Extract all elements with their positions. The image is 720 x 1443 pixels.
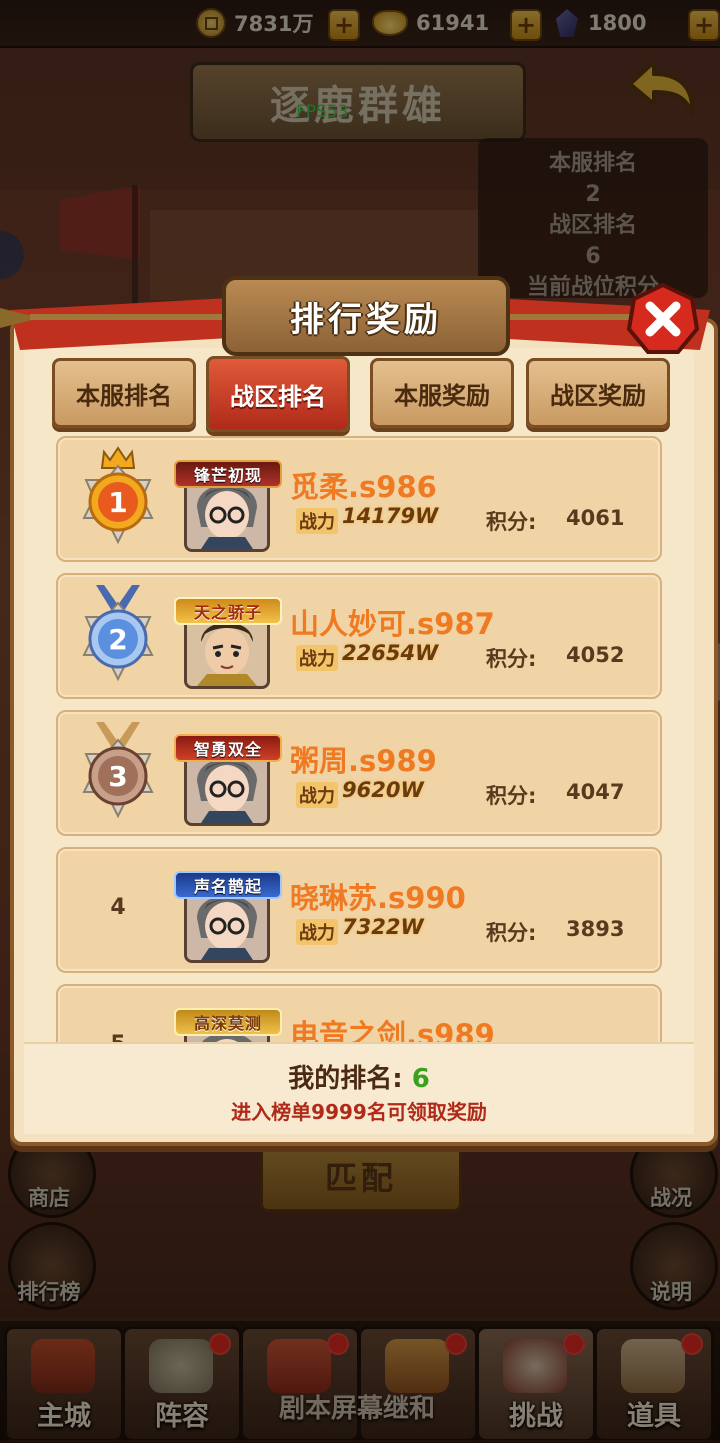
power-label: 战力 <box>296 782 338 808</box>
score-value: 4047 <box>566 780 625 804</box>
score-label: 积分: <box>486 510 537 534</box>
power-value: 9620W <box>342 778 424 802</box>
my-rank-value: 6 <box>411 1064 430 1094</box>
power-value: 14179W <box>342 504 439 528</box>
ranking-row[interactable]: 2 天之骄子 山人妙可.s987 战力 22654W 积分: 4052 <box>56 573 662 699</box>
score-value: 3893 <box>566 917 625 941</box>
close-icon <box>626 282 700 354</box>
silver-medal-icon: 2 <box>82 585 154 682</box>
my-rank-label: 我的排名: <box>288 1064 403 1094</box>
player-name: 晓琳苏.s990 <box>290 881 466 915</box>
title-badge: 智勇双全 <box>174 734 282 762</box>
ranking-row[interactable]: 1 锋芒初现 觅柔.s986 战力 14179W 积分: 4061 <box>56 436 662 562</box>
ranking-list[interactable]: 1 锋芒初现 觅柔.s986 战力 14179W 积分: 4061 2 天之骄子… <box>56 436 664 1042</box>
score-label: 积分: <box>486 784 537 808</box>
title-badge: 天之骄子 <box>174 597 282 625</box>
title-badge: 声名鹊起 <box>174 871 282 899</box>
score-label: 积分: <box>486 921 537 945</box>
svg-text:3: 3 <box>108 760 127 793</box>
ranking-row[interactable]: 3 智勇双全 粥周.s989 战力 9620W 积分: 4047 <box>56 710 662 836</box>
player-name: 山人妙可.s987 <box>290 607 495 641</box>
svg-text:1: 1 <box>108 486 127 519</box>
tab-zone-reward[interactable]: 战区奖励 <box>526 358 670 428</box>
title-badge: 高深莫测 <box>174 1008 282 1036</box>
ranking-row[interactable]: 5 高深莫测 电音之剑.s989 <box>56 984 662 1042</box>
svg-text:2: 2 <box>108 623 127 656</box>
power-value: 22654W <box>342 641 439 665</box>
power-label: 战力 <box>296 645 338 671</box>
power-label: 战力 <box>296 508 338 534</box>
power-label: 战力 <box>296 919 338 945</box>
bronze-medal-icon: 3 <box>82 722 154 819</box>
score-label: 积分: <box>486 647 537 671</box>
ranking-row[interactable]: 4 声名鹊起 晓琳苏.s990 战力 7322W 积分: 3893 <box>56 847 662 973</box>
gold-medal-icon: 1 <box>82 446 154 545</box>
reward-tip: 进入榜单9999名可领取奖励 <box>231 1100 487 1124</box>
power-value: 7322W <box>342 915 424 939</box>
score-value: 4061 <box>566 506 625 530</box>
tab-server-rank[interactable]: 本服排名 <box>52 358 196 428</box>
rank-number: 4 <box>110 895 126 920</box>
score-value: 4052 <box>566 643 625 667</box>
player-name: 觅柔.s986 <box>290 470 437 504</box>
rank-number: 5 <box>98 1032 138 1042</box>
my-rank: 我的排名: 6 <box>24 1058 694 1095</box>
close-button[interactable] <box>626 282 700 356</box>
tab-server-reward[interactable]: 本服奖励 <box>370 358 514 428</box>
my-rank-footer: 我的排名: 6 进入榜单9999名可领取奖励 <box>24 1042 694 1134</box>
player-name: 粥周.s989 <box>290 744 437 778</box>
title-badge: 锋芒初现 <box>174 460 282 488</box>
tab-zone-rank[interactable]: 战区排名 <box>206 356 350 432</box>
player-name: 电音之剑.s989 <box>290 1018 495 1042</box>
dialog-title: 排行奖励 <box>222 276 510 356</box>
